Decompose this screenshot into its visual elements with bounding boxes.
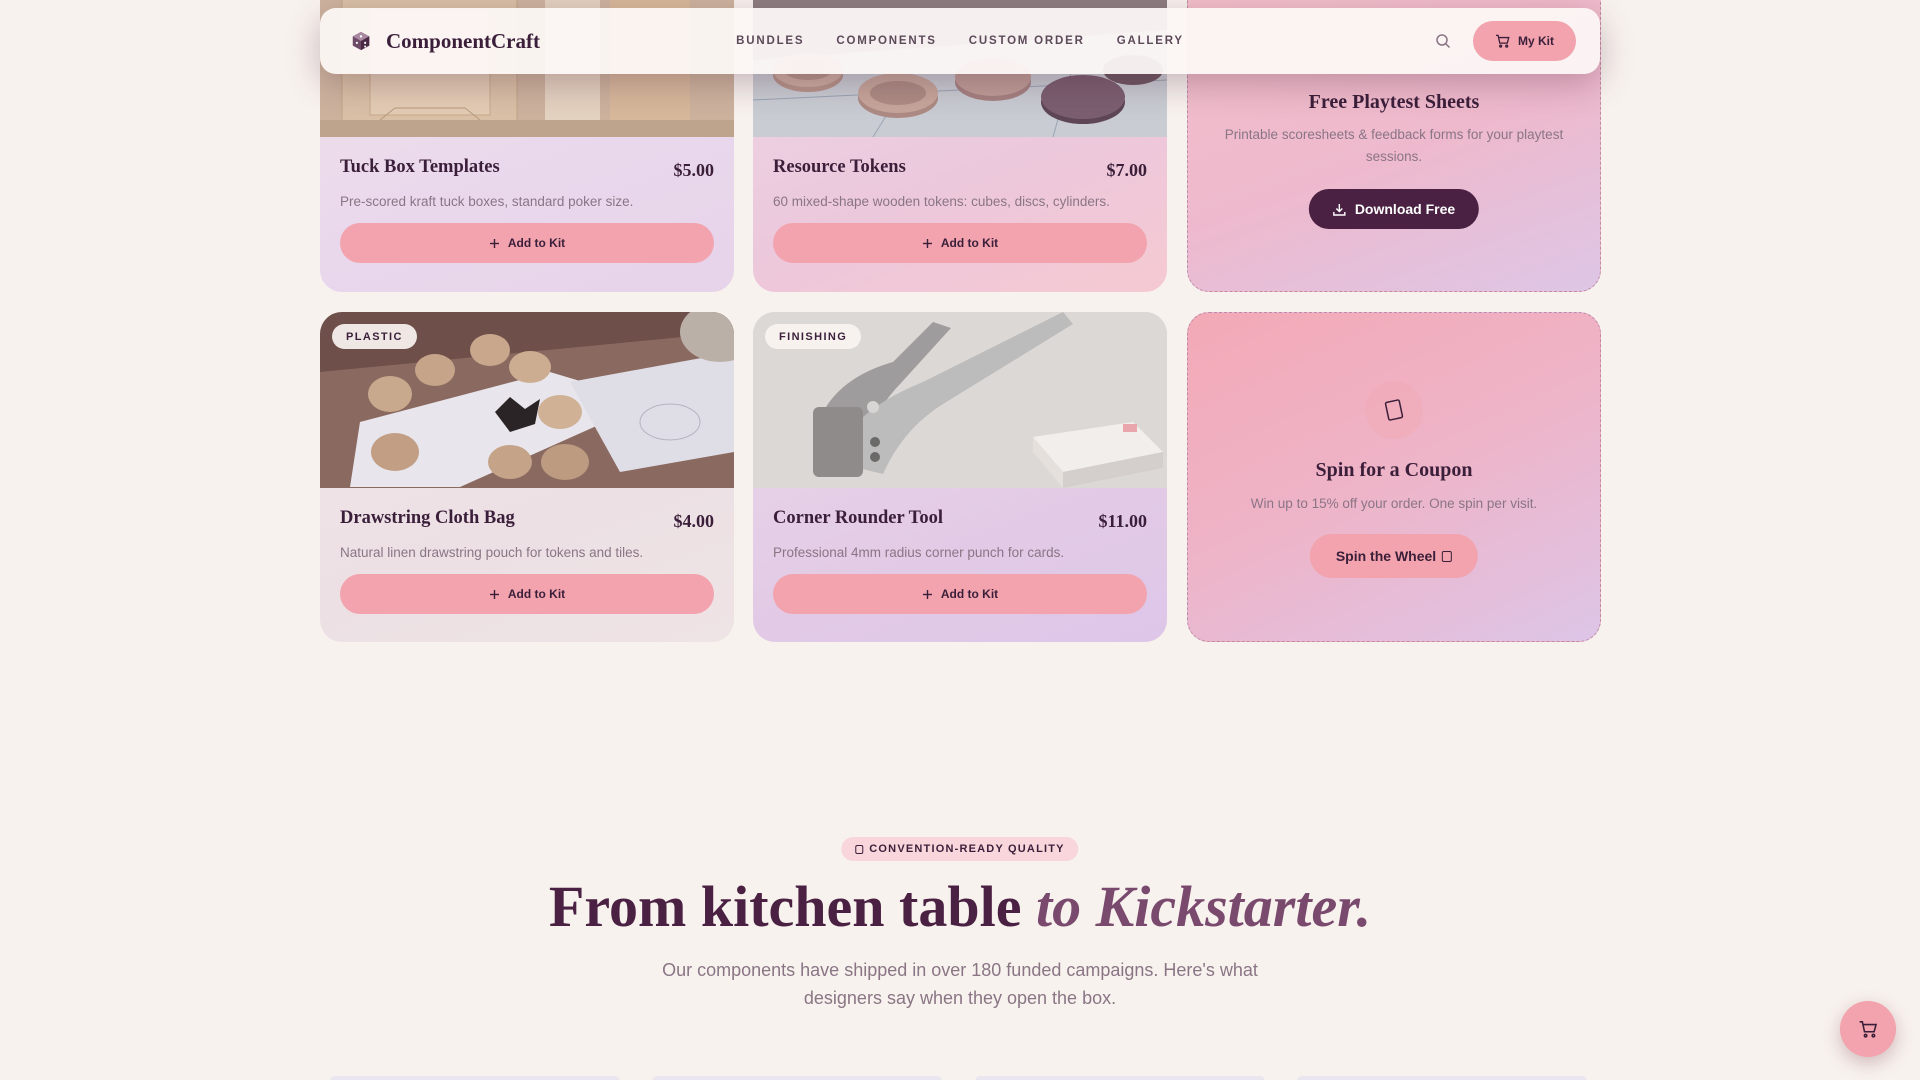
floating-cart-button[interactable] (1840, 1001, 1896, 1057)
promo-text: Win up to 15% off your order. One spin p… (1250, 496, 1538, 511)
headline-main: From kitchen table (548, 874, 1036, 939)
add-to-kit-button[interactable]: Add to Kit (773, 574, 1147, 614)
spin-wheel-label: Spin the Wheel (1335, 548, 1437, 564)
add-to-kit-button[interactable]: Add to Kit (773, 223, 1147, 263)
download-free-label: Download Free (1354, 201, 1456, 217)
category-badge: FINISHING (765, 324, 862, 349)
add-to-kit-label: Add to Kit (507, 587, 566, 601)
add-to-kit-button[interactable]: Add to Kit (340, 223, 714, 263)
product-title: Resource Tokens (773, 157, 906, 177)
section-pill-label: CONVENTION-READY QUALITY (869, 843, 1065, 855)
section-pill: CONVENTION-READY QUALITY (841, 837, 1079, 861)
cart-icon (1859, 1021, 1878, 1038)
add-to-kit-label: Add to Kit (940, 236, 999, 250)
coupon-icon-circle (1365, 381, 1423, 439)
add-to-kit-button[interactable]: Add to Kit (340, 574, 714, 614)
nav-link-custom-order[interactable]: CUSTOM ORDER (969, 35, 1085, 47)
download-icon (1333, 203, 1346, 216)
product-title: Corner Rounder Tool (773, 508, 943, 528)
spin-wheel-button[interactable]: Spin the Wheel (1309, 534, 1479, 578)
testimonial-card-peek (975, 1076, 1265, 1080)
product-title: Tuck Box Templates (340, 157, 500, 177)
section-subtext: Our components have shipped in over 180 … (662, 960, 1258, 1008)
nav-link-gallery[interactable]: GALLERY (1117, 35, 1184, 47)
product-title: Drawstring Cloth Bag (340, 508, 515, 528)
my-kit-button[interactable]: My Kit (1473, 21, 1576, 61)
product-image: FINISHING (753, 312, 1167, 488)
my-kit-label: My Kit (1518, 34, 1554, 48)
dice-logo-icon (352, 31, 370, 51)
wheel-icon (1442, 550, 1453, 562)
star-icon (855, 844, 864, 854)
download-free-button[interactable]: Download Free (1308, 189, 1480, 229)
plus-icon (489, 238, 499, 248)
headline-accent: to Kickstarter. (1035, 874, 1372, 939)
brand[interactable]: ComponentCraft (350, 29, 540, 54)
promo-title: Free Playtest Sheets (1308, 91, 1480, 113)
testimonial-card-peek (1297, 1076, 1587, 1080)
product-price: $4.00 (673, 511, 715, 531)
product-image: PLASTIC (320, 312, 734, 488)
plus-icon (922, 589, 932, 599)
product-card-corner-rounder: FINISHING Corner Rounder Tool $11.00 Pro… (753, 312, 1167, 642)
top-nav: ComponentCraft BUNDLES COMPONENTS CUSTOM… (320, 8, 1600, 74)
product-description: Pre-scored kraft tuck boxes, standard po… (340, 194, 634, 209)
promo-text: Printable scoresheets & feedback forms f… (1224, 127, 1564, 164)
product-price: $5.00 (673, 160, 715, 180)
testimonial-card-peek (330, 1076, 620, 1080)
promo-card-coupon: Spin for a Coupon Win up to 15% off your… (1187, 312, 1601, 642)
testimonial-card-peek (652, 1076, 942, 1080)
nav-link-bundles[interactable]: BUNDLES (736, 35, 804, 47)
search-icon (1436, 34, 1451, 49)
plus-icon (922, 238, 932, 248)
card-icon (1384, 399, 1404, 421)
plus-icon (489, 589, 499, 599)
nav-link-components[interactable]: COMPONENTS (836, 35, 936, 47)
promo-title: Spin for a Coupon (1315, 459, 1473, 481)
product-description: Natural linen drawstring pouch for token… (340, 545, 644, 560)
category-badge: PLASTIC (332, 324, 417, 349)
search-button[interactable] (1431, 29, 1455, 53)
product-description: Professional 4mm radius corner punch for… (773, 545, 1065, 560)
add-to-kit-label: Add to Kit (940, 587, 999, 601)
nav-actions: My Kit (1431, 21, 1576, 61)
product-price: $7.00 (1106, 160, 1148, 180)
brand-name: ComponentCraft (386, 28, 540, 53)
section-headline: From kitchen table to Kickstarter. (0, 872, 1920, 942)
product-card-drawstring-bag: PLASTIC Drawstring Cloth Bag $4.00 Natur… (320, 312, 734, 642)
cart-icon (1495, 34, 1510, 48)
product-price: $11.00 (1098, 511, 1147, 531)
add-to-kit-label: Add to Kit (507, 236, 566, 250)
product-description: 60 mixed-shape wooden tokens: cubes, dis… (773, 194, 1110, 209)
